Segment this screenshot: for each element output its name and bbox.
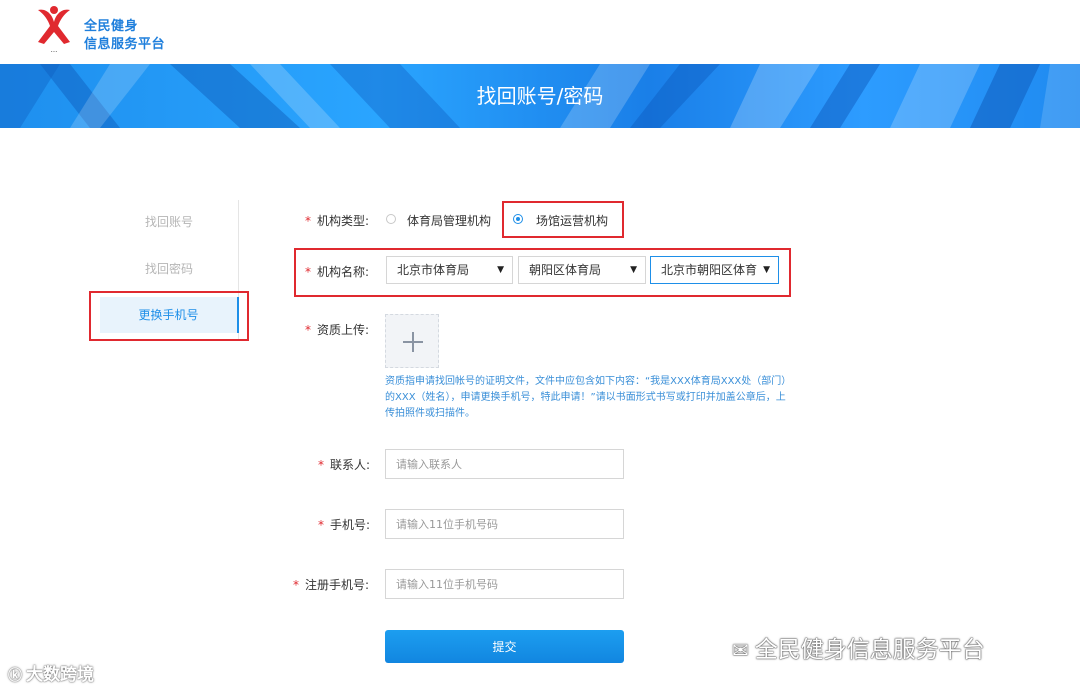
submit-button[interactable]: 提交 <box>385 630 624 663</box>
sidebar-item-recover-account[interactable]: 找回账号 <box>100 204 238 240</box>
org-name-label: * 机构名称: <box>305 263 369 280</box>
phone-label: * 手机号: <box>318 516 370 533</box>
required-mark: * <box>305 214 311 228</box>
caret-down-icon: ▼ <box>627 257 637 283</box>
select-district-bureau[interactable]: 朝阳区体育局 ▼ <box>518 256 646 284</box>
org-type-label: * 机构类型: <box>305 212 369 229</box>
upload-button[interactable] <box>385 314 439 368</box>
page-title: 找回账号/密码 <box>476 84 604 108</box>
select-district-bureau-value: 朝阳区体育局 <box>529 263 602 277</box>
page-banner: 找回账号/密码 <box>0 64 1080 128</box>
required-mark: * <box>305 265 311 279</box>
reg-phone-label-text: 注册手机号: <box>305 578 370 592</box>
side-nav: 找回账号 找回密码 更换手机号 <box>100 200 239 340</box>
watermark-right-text: 全民健身信息服务平台 <box>754 637 985 663</box>
sidebar-item-change-phone[interactable]: 更换手机号 <box>100 297 239 333</box>
select-venue[interactable]: 北京市朝阳区体育 ▼ <box>650 256 779 284</box>
watermark-right: ✉ 全民健身信息服务平台 <box>732 630 985 664</box>
watermark-left: ⓚ 大数跨境 <box>8 660 94 685</box>
org-type-label-text: 机构类型: <box>317 214 370 228</box>
required-mark: * <box>305 323 311 337</box>
watermark-logo-icon: ⓚ <box>8 668 22 684</box>
caret-down-icon: ▼ <box>760 257 770 283</box>
brand-line-2: 信息服务平台 <box>84 37 166 52</box>
select-city-bureau[interactable]: 北京市体育局 ▼ <box>386 256 513 284</box>
sidebar-item-recover-password[interactable]: 找回密码 <box>100 251 238 287</box>
radio-venue-operator-label[interactable]: 场馆运营机构 <box>536 212 608 229</box>
logo-icon: ··· <box>38 6 70 56</box>
required-mark: * <box>318 518 324 532</box>
watermark-left-text: 大数跨境 <box>26 665 94 685</box>
upload-label: * 资质上传: <box>305 321 369 338</box>
contact-input[interactable] <box>385 449 624 479</box>
select-city-bureau-value: 北京市体育局 <box>397 263 470 277</box>
site-header: ··· 全民健身 信息服务平台 <box>0 0 1080 64</box>
required-mark: * <box>318 458 324 472</box>
radio-sports-bureau-label[interactable]: 体育局管理机构 <box>407 212 491 229</box>
phone-label-text: 手机号: <box>330 518 371 532</box>
org-name-label-text: 机构名称: <box>317 265 370 279</box>
svg-text:···: ··· <box>51 48 58 56</box>
select-venue-value: 北京市朝阳区体育 <box>661 263 758 277</box>
phone-input[interactable] <box>385 509 624 539</box>
upload-hint: 资质指申请找回帐号的证明文件，文件中应包含如下内容：“我是XXX体育局XXX处（… <box>385 376 792 419</box>
brand-line-1: 全民健身 <box>84 19 139 34</box>
radio-sports-bureau[interactable] <box>386 214 396 224</box>
caret-down-icon: ▼ <box>494 257 504 283</box>
reg-phone-label: * 注册手机号: <box>293 576 369 593</box>
upload-label-text: 资质上传: <box>317 323 370 337</box>
wechat-icon: ✉ <box>732 638 749 662</box>
brand-name: 全民健身 信息服务平台 <box>84 18 165 54</box>
plus-icon-vertical <box>412 332 414 352</box>
required-mark: * <box>293 578 299 592</box>
contact-label-text: 联系人: <box>330 458 371 472</box>
reg-phone-input[interactable] <box>385 569 624 599</box>
radio-venue-operator[interactable] <box>513 214 523 224</box>
contact-label: * 联系人: <box>318 456 370 473</box>
